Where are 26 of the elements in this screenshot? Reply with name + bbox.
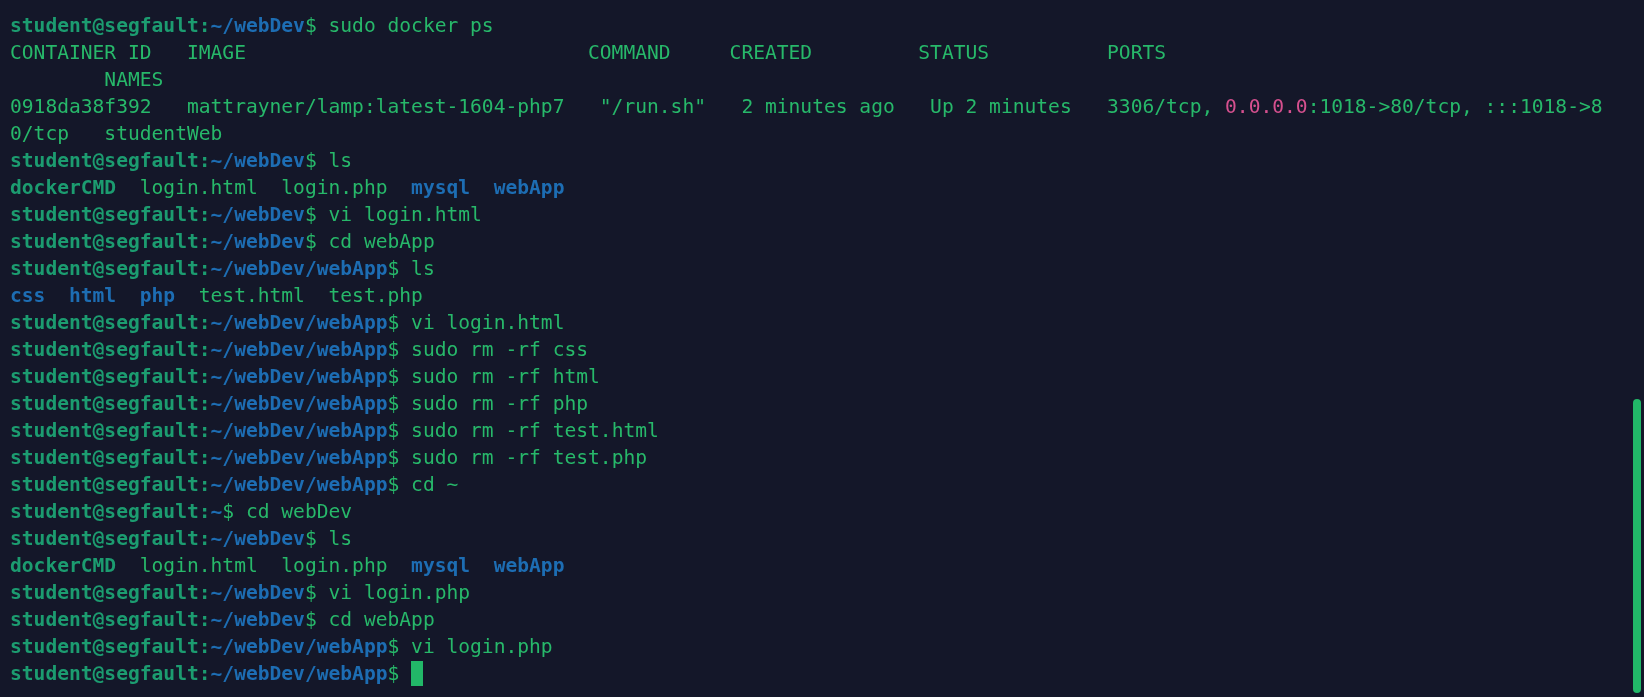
terminal-line: student@segfault:~/webDev$ ls (10, 526, 353, 552)
terminal-line: student@segfault:~/webDev/webApp$ sudo rm -rf html (10, 364, 600, 390)
terminal-line: student@segfault:~/webDev/webApp$ sudo rm -rf css (10, 337, 589, 363)
terminal-line: student@segfault:~/webDev/webApp$ cd ~ (10, 472, 459, 498)
terminal-line: NAMES (103, 67, 164, 93)
terminal-line: student@segfault:~/webDev/webApp$ sudo rm -rf php (10, 391, 589, 417)
terminal-line: 0918da38f392 mattrayner/lamp:latest-1604-php7 "/run.sh" 2 minutes ago Up 2 minutes 3306/tcp, 0.0.0.0:1018->80/tcp, :::1018->8 (10, 94, 1603, 120)
terminal-line: student@segfault:~/webDev/webApp$ ls (10, 256, 435, 282)
terminal-line: student@segfault:~/webDev$ cd webApp (10, 229, 435, 255)
terminal-line: 0/tcp studentWeb (10, 121, 223, 147)
terminal-line: dockerCMD login.html login.php mysql webApp (10, 553, 565, 579)
terminal-line: student@segfault:~/webDev$ sudo docker ps (10, 13, 494, 39)
terminal-line: student@segfault:~/webDev$ vi login.php (10, 580, 471, 606)
terminal-line: css html php test.html test.php (10, 283, 423, 309)
terminal-line: CONTAINER ID IMAGE COMMAND CREATED STATUS PORTS (10, 40, 1167, 66)
terminal-line: student@segfault:~$ cd webDev (10, 499, 353, 525)
terminal-line: student@segfault:~/webDev/webApp$ (10, 660, 424, 687)
terminal-line: student@segfault:~/webDev/webApp$ sudo rm -rf test.html (10, 418, 659, 444)
terminal-line: student@segfault:~/webDev$ ls (10, 148, 353, 174)
scrollbar-thumb[interactable] (1633, 399, 1641, 693)
terminal-line: dockerCMD login.html login.php mysql webApp (10, 175, 565, 201)
terminal-line: student@segfault:~/webDev/webApp$ vi login.html (10, 310, 565, 336)
terminal-line: student@segfault:~/webDev/webApp$ sudo rm -rf test.php (10, 445, 648, 471)
terminal-line: student@segfault:~/webDev$ cd webApp (10, 607, 435, 633)
terminal-line: student@segfault:~/webDev$ vi login.html (10, 202, 482, 228)
terminal-line: student@segfault:~/webDev/webApp$ vi login.php (10, 634, 553, 660)
